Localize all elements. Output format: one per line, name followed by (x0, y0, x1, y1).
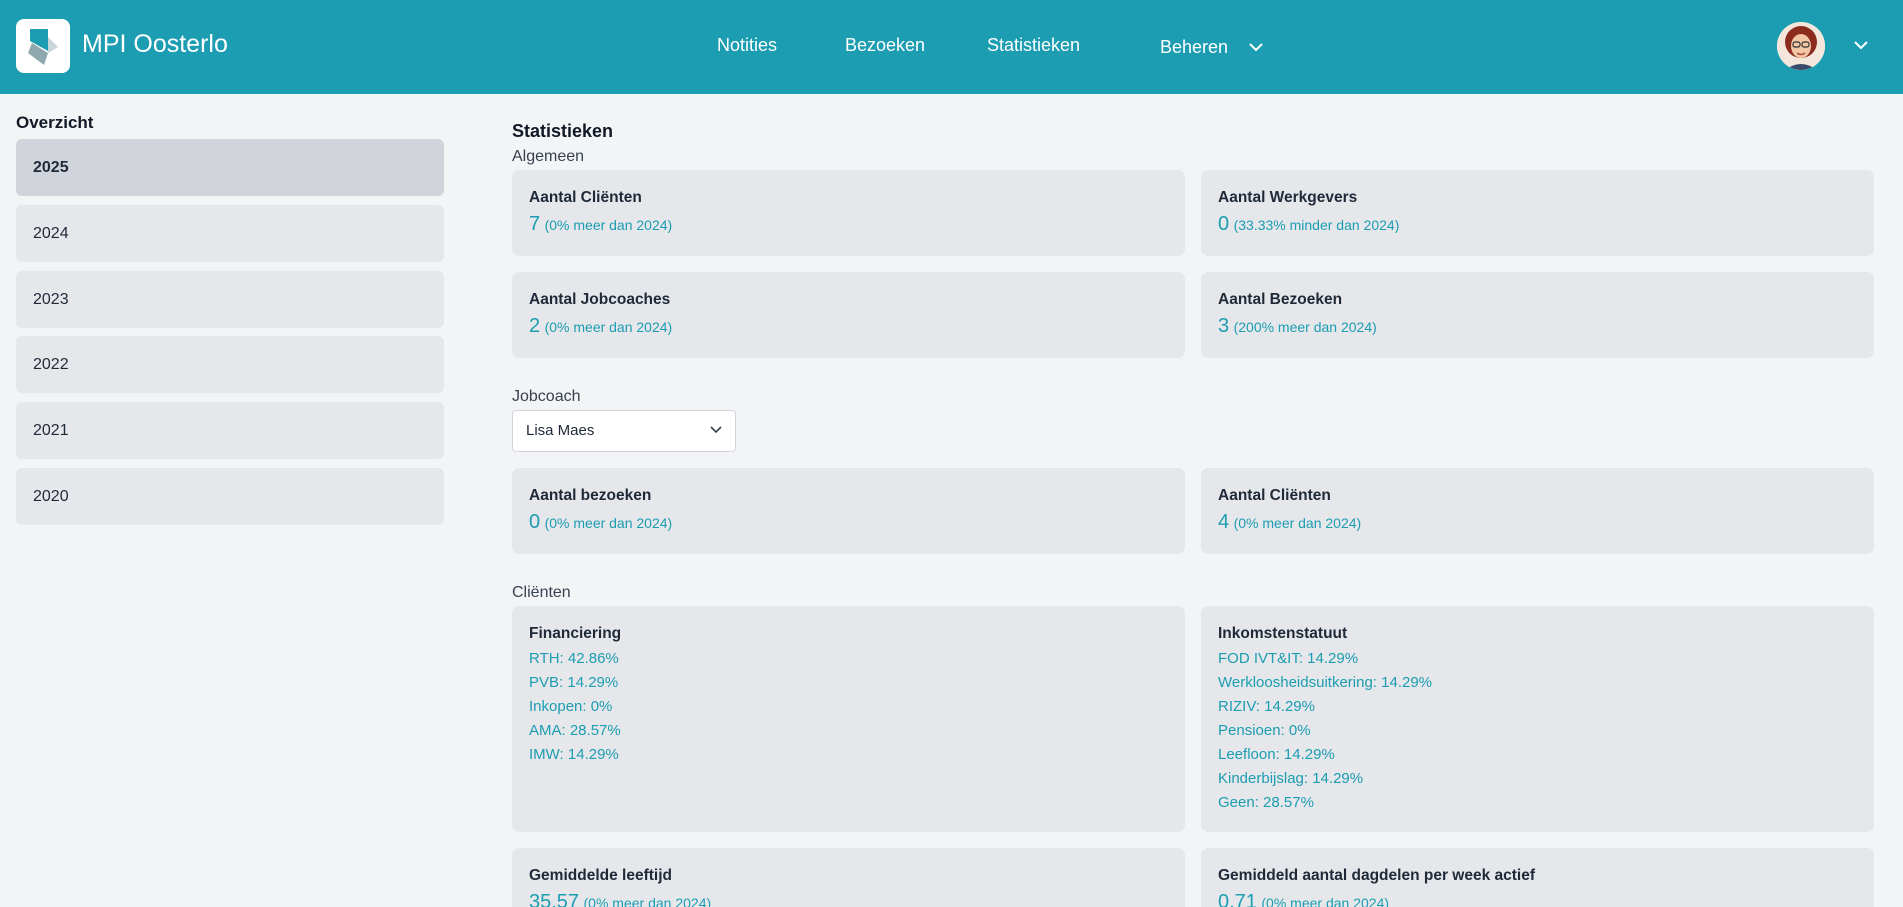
section-heading-jobcoach: Jobcoach (512, 388, 581, 405)
list-item: Kinderbijslag: 14.29% (1218, 770, 1364, 787)
chevron-down-icon (710, 426, 722, 434)
list-item: FOD IVT&IT: 14.29% (1218, 650, 1359, 667)
stat-card-leeftijd: Gemiddelde leeftijd 35.57 (0% meer dan 2… (512, 848, 1185, 907)
sidebar-item-2025[interactable]: 2025 (16, 139, 444, 196)
list-item: Geen: 28.57% (1218, 794, 1314, 811)
nav-beheren[interactable]: Beheren (1160, 37, 1228, 58)
jobcoach-select[interactable]: Lisa Maes (512, 410, 736, 452)
sidebar-title: Overzicht (16, 113, 94, 132)
stat-delta: (33.33% minder dan 2024) (1233, 217, 1400, 233)
stat-value: 0.71 (1218, 891, 1257, 907)
nav-statistieken[interactable]: Statistieken (987, 35, 1080, 56)
sidebar-item-2024[interactable]: 2024 (16, 205, 444, 262)
card-title: Gemiddelde leeftijd (529, 867, 672, 884)
sidebar-item-2021[interactable]: 2021 (16, 402, 444, 459)
list-item: IMW: 14.29% (529, 746, 619, 763)
stat-delta: (0% meer dan 2024) (544, 515, 673, 531)
list-item: Inkopen: 0% (529, 698, 613, 715)
stat-value: 2 (529, 315, 541, 337)
app-title: MPI Oosterlo (82, 30, 228, 58)
card-title: Gemiddeld aantal dagdelen per week actie… (1218, 867, 1535, 884)
logo-icon (28, 29, 58, 65)
jobcoach-select-value: Lisa Maes (526, 422, 595, 439)
card-title: Aantal Cliënten (1218, 487, 1331, 504)
user-menu-chevron-down-icon[interactable] (1853, 40, 1869, 50)
list-item: RTH: 42.86% (529, 650, 619, 667)
stat-delta: (200% meer dan 2024) (1233, 319, 1377, 335)
stat-delta: (0% meer dan 2024) (583, 895, 712, 907)
card-title: Aantal Werkgevers (1218, 189, 1358, 206)
app-logo[interactable] (16, 19, 70, 73)
card-title: Aantal bezoeken (529, 487, 652, 504)
stat-delta: (0% meer dan 2024) (544, 217, 673, 233)
stat-card-werkgevers: Aantal Werkgevers 0 (33.33% minder dan 2… (1201, 170, 1874, 256)
beheren-chevron-down-icon[interactable] (1248, 42, 1264, 52)
financiering-card: Financiering RTH: 42.86% PVB: 14.29% Ink… (512, 606, 1185, 832)
card-title: Aantal Jobcoaches (529, 291, 671, 308)
stat-value: 7 (529, 213, 541, 235)
nav-notities[interactable]: Notities (717, 35, 777, 56)
stat-value: 0 (529, 511, 541, 533)
stat-value: 3 (1218, 315, 1230, 337)
card-title: Aantal Bezoeken (1218, 291, 1343, 308)
section-heading-clienten: Cliënten (512, 584, 571, 601)
stat-card-clienten: Aantal Cliënten 7 (0% meer dan 2024) (512, 170, 1185, 256)
stat-delta: (0% meer dan 2024) (1261, 895, 1390, 907)
sidebar-item-2020[interactable]: 2020 (16, 468, 444, 525)
sidebar-item-2022[interactable]: 2022 (16, 336, 444, 393)
card-title: Aantal Cliënten (529, 189, 642, 206)
stat-card-jobcoach-clienten: Aantal Cliënten 4 (0% meer dan 2024) (1201, 468, 1874, 554)
avatar-portrait-icon (1777, 22, 1825, 70)
list-item: PVB: 14.29% (529, 674, 619, 691)
card-title: Financiering (529, 625, 622, 642)
card-title: Inkomstenstatuut (1218, 625, 1348, 642)
page-title: Statistieken (512, 121, 614, 141)
stat-delta: (0% meer dan 2024) (544, 319, 673, 335)
stat-card-jobcoach-bezoeken: Aantal bezoeken 0 (0% meer dan 2024) (512, 468, 1185, 554)
stat-delta: (0% meer dan 2024) (1233, 515, 1362, 531)
stat-card-dagdelen: Gemiddeld aantal dagdelen per week actie… (1201, 848, 1874, 907)
stat-value: 4 (1218, 511, 1230, 533)
stat-card-bezoeken: Aantal Bezoeken 3 (200% meer dan 2024) (1201, 272, 1874, 358)
section-heading-algemeen: Algemeen (512, 148, 585, 165)
inkomstenstatuut-card: Inkomstenstatuut FOD IVT&IT: 14.29% Werk… (1201, 606, 1874, 832)
nav-bezoeken[interactable]: Bezoeken (845, 35, 925, 56)
list-item: Leefloon: 14.29% (1218, 746, 1335, 763)
list-item: Pensioen: 0% (1218, 722, 1311, 739)
stat-value: 35.57 (529, 891, 580, 907)
top-navbar: MPI Oosterlo Notities Bezoeken Statistie… (0, 0, 1903, 94)
stat-value: 0 (1218, 213, 1230, 235)
sidebar-item-2023[interactable]: 2023 (16, 271, 444, 328)
list-item: AMA: 28.57% (529, 722, 621, 739)
list-item: Werkloosheidsuitkering: 14.29% (1218, 674, 1433, 691)
list-item: RIZIV: 14.29% (1218, 698, 1315, 715)
user-avatar[interactable] (1777, 22, 1825, 70)
stat-card-jobcoaches: Aantal Jobcoaches 2 (0% meer dan 2024) (512, 272, 1185, 358)
